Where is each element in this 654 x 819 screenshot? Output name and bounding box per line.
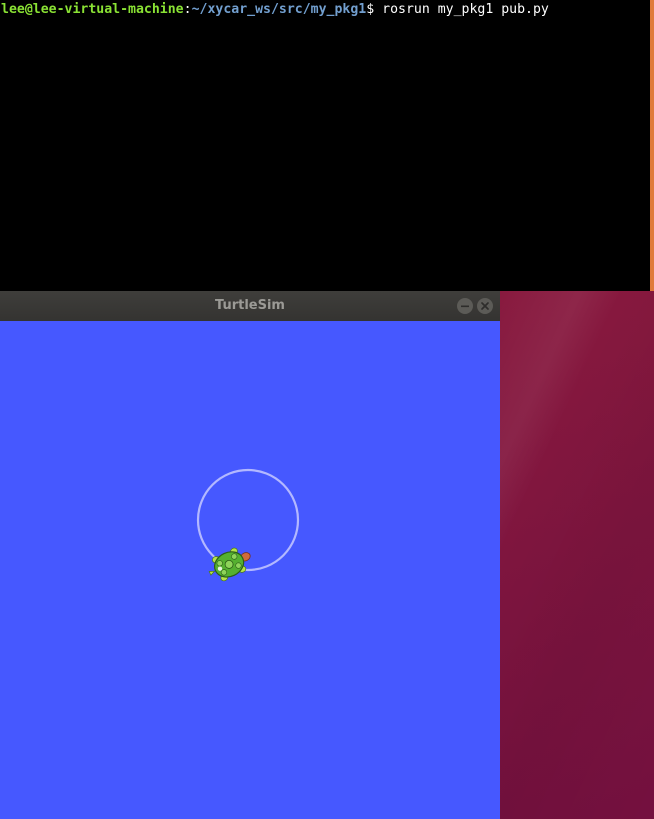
terminal-window-border (650, 0, 654, 291)
terminal-command: rosrun my_pkg1 pub.py (374, 2, 549, 17)
prompt-path: ~/xycar_ws/src/my_pkg1 (191, 2, 367, 17)
terminal-window[interactable]: lee@lee-virtual-machine:~/xycar_ws/src/m… (0, 0, 650, 291)
close-icon (481, 302, 489, 310)
minimize-button[interactable] (457, 298, 473, 314)
turtlesim-window[interactable]: TurtleSim (0, 291, 500, 819)
minimize-icon (461, 305, 469, 308)
prompt-colon: : (183, 2, 192, 17)
prompt-dollar: $ (366, 2, 375, 17)
close-button[interactable] (477, 298, 493, 314)
terminal-command-line: lee@lee-virtual-machine:~/xycar_ws/src/m… (1, 1, 549, 18)
prompt-user: lee@lee-virtual-machine (1, 2, 184, 17)
turtlesim-canvas (0, 321, 500, 819)
window-title: TurtleSim (215, 298, 285, 313)
window-titlebar[interactable]: TurtleSim (0, 291, 500, 322)
